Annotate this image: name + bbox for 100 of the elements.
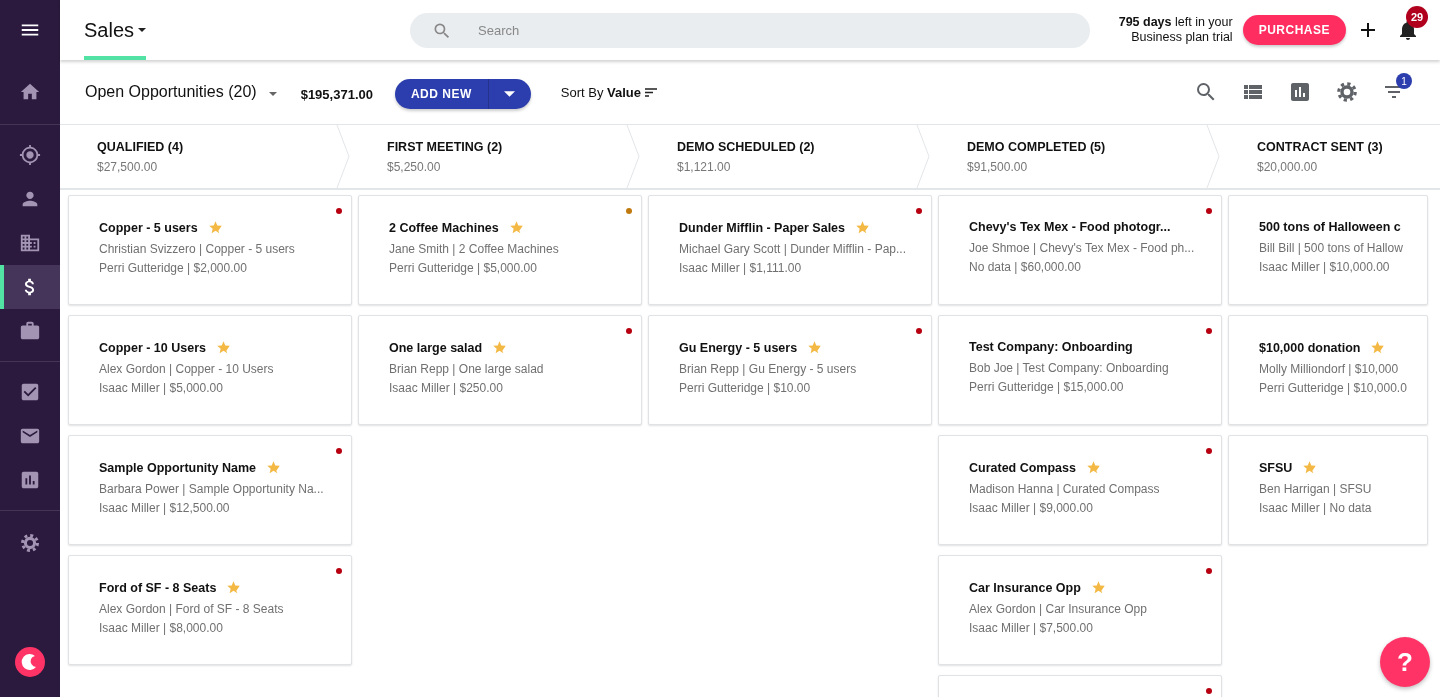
star-icon[interactable]: [1302, 460, 1318, 475]
building-icon: [19, 232, 41, 254]
star-icon[interactable]: [226, 580, 242, 595]
opportunity-card[interactable]: Test Company: Onboarding Bob Joe | Test Company: Onboarding Perri Gutteridge | $15,000.00: [938, 315, 1222, 425]
trial-notice: 795 days left in your Business plan trial: [1117, 14, 1233, 46]
contact-line: Joe Shmoe | Chevy's Tex Mex - Food ph...: [969, 241, 1195, 255]
sort-icon: [645, 87, 657, 97]
opportunity-title: Chevy's Tex Mex - Food photogr...: [969, 220, 1171, 234]
caret-icon: [138, 28, 147, 32]
owner-amount-line: Perri Gutteridge | $5,000.00: [389, 261, 537, 275]
opportunity-title: $10,000 donation: [1259, 340, 1361, 355]
opportunity-card[interactable]: Curated Compass Madison Hanna | Curated Compass Isaac Miller | $9,000.00: [938, 435, 1222, 545]
star-icon[interactable]: [807, 340, 823, 355]
purchase-button[interactable]: PURCHASE: [1242, 15, 1346, 45]
opportunity-title: Sample Opportunity Name: [99, 460, 256, 475]
opportunity-title: Curated Compass: [969, 460, 1076, 475]
opportunity-card[interactable]: Copper - 5 users Christian Svizzero | Copper - 5 users Perri Gutteridge | $2,000.00: [68, 195, 352, 305]
contact-line: Brian Repp | One large salad: [389, 362, 544, 376]
contact-line: Madison Hanna | Curated Compass: [969, 482, 1160, 496]
stage-amount: $91,500.00: [967, 159, 1029, 174]
contact-line: Michael Gary Scott | Dunder Mifflin - Pap...: [679, 242, 906, 256]
stage-title: DEMO SCHEDULED (2): [677, 139, 816, 154]
stage-amount: $5,250.00: [387, 159, 442, 174]
opportunity-card[interactable]: Car Insurance Opp Alex Gordon | Car Insurance Opp Isaac Miller | $7,500.00: [938, 555, 1222, 665]
opportunity-card[interactable]: Chevy's Tex Mex - Food photogr... Joe Shmoe | Chevy's Tex Mex - Food ph... No data | $60,000.00: [938, 195, 1222, 305]
opportunity-title: Ford of SF - 8 Seats: [99, 580, 217, 595]
owner-amount-line: Isaac Miller | $8,000.00: [99, 621, 223, 635]
opportunity-card[interactable]: SFSU Ben Harrigan | SFSU Isaac Miller | No data: [1228, 435, 1428, 545]
owner-amount-line: Isaac Miller | $5,000.00: [99, 381, 223, 395]
filter-count-badge: 1: [1396, 73, 1412, 89]
star-icon[interactable]: [207, 220, 223, 235]
opportunity-card[interactable]: Gu Energy - 5 users Brian Repp | Gu Energy - 5 users Perri Gutteridge | $10.00: [648, 315, 932, 425]
contact-line: Alex Gordon | Car Insurance Opp: [969, 602, 1147, 616]
star-icon[interactable]: [1090, 580, 1106, 595]
stage-amount: $1,121.00: [677, 159, 732, 174]
contact-line: Ben Harrigan | SFSU: [1259, 482, 1372, 496]
opportunity-title: 500 tons of Halloween c: [1259, 220, 1401, 234]
opportunity-title: Car Insurance Opp: [969, 580, 1081, 595]
contact-line: Molly Milliondorf | $10,000: [1259, 362, 1399, 376]
opportunity-title: Copper - 10 Users: [99, 340, 206, 355]
contact-line: Christian Svizzero | Copper - 5 users: [99, 242, 295, 256]
contact-line: Brian Repp | Gu Energy - 5 users: [679, 362, 857, 376]
star-icon[interactable]: [855, 220, 870, 235]
contact-line: Alex Gordon | Copper - 10 Users: [99, 362, 274, 376]
opportunity-title: SFSU: [1259, 460, 1293, 475]
stage-title: CONTRACT SENT (3): [1257, 139, 1384, 154]
crosshair-icon: [19, 144, 41, 166]
owner-amount-line: Perri Gutteridge | $10.00: [679, 381, 811, 395]
star-icon[interactable]: [1370, 340, 1386, 355]
opportunity-card[interactable]: Ford of SF - 8 Seats Alex Gordon | Ford of SF - 8 Seats Isaac Miller | $8,000.00: [68, 555, 352, 665]
opportunity-title: Test Company: Onboarding: [969, 340, 1133, 354]
contact-line: Alex Gordon | Ford of SF - 8 Seats: [99, 602, 284, 616]
owner-amount-line: Isaac Miller | $7,500.00: [969, 621, 1093, 635]
owner-amount-line: Isaac Miller | $10,000.00: [1259, 260, 1390, 274]
stage-title: QUALIFIED (4): [97, 139, 185, 154]
owner-amount-line: Perri Gutteridge | $10,000.0: [1259, 381, 1407, 395]
contact-line: Jane Smith | 2 Coffee Machines: [389, 242, 559, 256]
bar-chart-icon[interactable]: [1288, 80, 1312, 104]
sidebar-item[interactable]: [0, 265, 60, 309]
opportunity-card[interactable]: One large salad Brian Repp | One large salad Isaac Miller | $250.00: [358, 315, 642, 425]
opportunity-card[interactable]: Dunder Mifflin - Paper Sales Michael Gary Scott | Dunder Mifflin - Pap... Isaac Miller | $1,111.00: [648, 195, 932, 305]
owner-amount-line: Isaac Miller | $9,000.00: [969, 501, 1093, 515]
caret-icon: [504, 90, 516, 97]
stage-amount: $27,500.00: [97, 159, 159, 174]
owner-amount-line: Isaac Miller | No data: [1259, 501, 1372, 515]
contact-line: Bob Joe | Test Company: Onboarding: [969, 361, 1169, 375]
opportunity-card[interactable]: 2 Coffee Machines Jane Smith | 2 Coffee Machines Perri Gutteridge | $5,000.00: [358, 195, 642, 305]
star-icon[interactable]: [266, 460, 281, 475]
opportunity-card[interactable]: Sample Opportunity Name Barbara Power | Sample Opportunity Na... Isaac Miller | $12,500.00: [68, 435, 352, 545]
owner-amount-line: No data | $60,000.00: [969, 260, 1081, 274]
stage-title: FIRST MEETING (2): [387, 139, 504, 154]
owner-amount-line: Isaac Miller | $12,500.00: [99, 501, 230, 515]
owner-amount-line: Isaac Miller | $250.00: [389, 381, 503, 395]
notification-badge: 29: [1406, 6, 1428, 28]
briefcase-icon: [19, 320, 41, 342]
star-icon[interactable]: [1086, 460, 1101, 475]
opportunity-card[interactable]: $10,000 donation Molly Milliondorf | $10,000 Perri Gutteridge | $10,000.0: [1228, 315, 1428, 425]
stage-amount: $20,000.00: [1257, 159, 1319, 174]
opportunity-card[interactable]: Copper - 10 Users Alex Gordon | Copper - 10 Users Isaac Miller | $5,000.00: [68, 315, 352, 425]
opportunity-card[interactable]: 500 tons of Halloween c Bill Bill | 500 tons of Hallow Isaac Miller | $10,000.00: [1228, 195, 1428, 305]
opportunity-title: Copper - 5 users: [99, 220, 198, 235]
owner-amount-line: Perri Gutteridge | $2,000.00: [99, 261, 247, 275]
checkbox-icon: [19, 381, 41, 403]
total-amount: $195,371.00: [300, 86, 373, 102]
star-icon[interactable]: [492, 340, 508, 355]
owner-amount-line: Perri Gutteridge | $15,000.00: [969, 380, 1124, 394]
caret-icon[interactable]: [268, 92, 277, 96]
sort-button[interactable]: Sort By Value: [560, 84, 657, 100]
opportunity-title: One large salad: [389, 340, 483, 355]
search-field[interactable]: Search: [410, 12, 1090, 48]
contact-line: Barbara Power | Sample Opportunity Na...: [99, 482, 324, 496]
view-selector[interactable]: Open Opportunities (20): [85, 83, 257, 101]
opportunity-title: Dunder Mifflin - Paper Sales: [679, 220, 845, 235]
opportunity-title: 2 Coffee Machines: [389, 220, 499, 235]
settings-icon[interactable]: [1335, 80, 1359, 104]
star-icon[interactable]: [508, 220, 524, 235]
star-icon[interactable]: [216, 340, 231, 355]
contact-line: Bill Bill | 500 tons of Hallow: [1259, 241, 1403, 255]
logo-icon[interactable]: [15, 647, 45, 677]
add-new-button[interactable]: ADD NEW: [394, 78, 489, 109]
